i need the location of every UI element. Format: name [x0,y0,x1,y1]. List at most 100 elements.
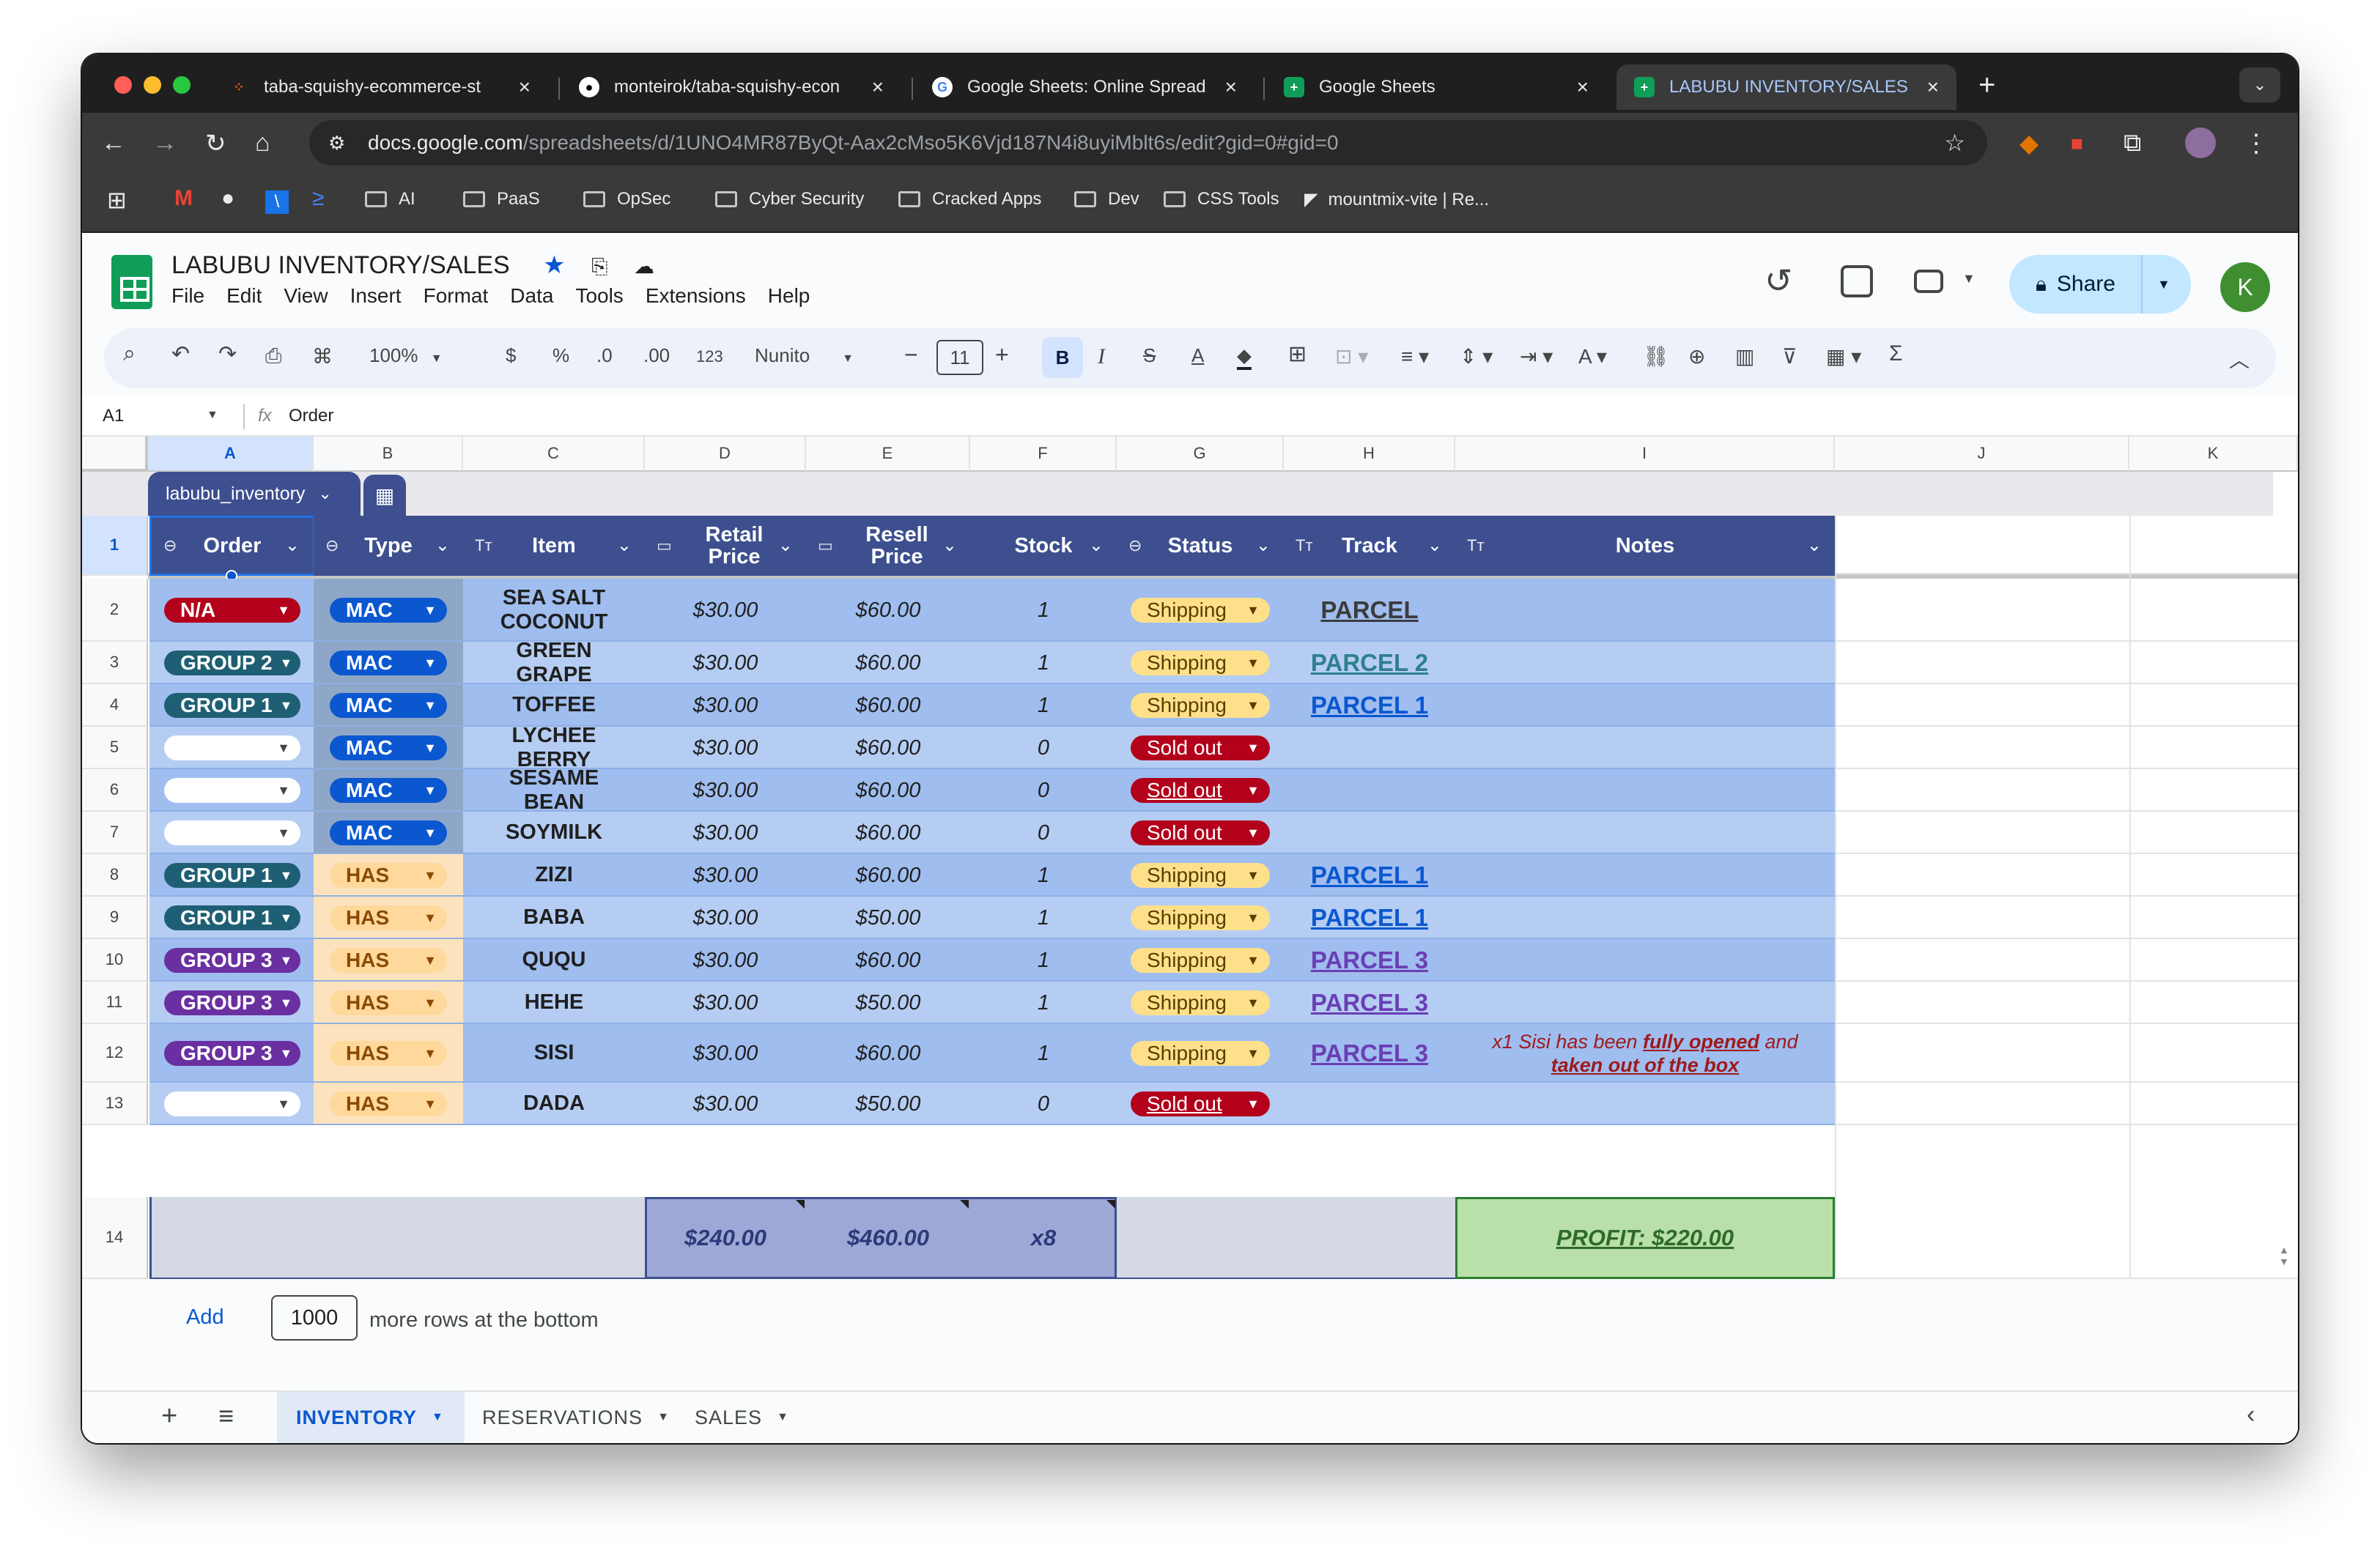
status-chip[interactable]: Sold out ▼ [1131,778,1270,803]
notes-cell[interactable] [1455,642,1835,684]
retail-cell[interactable]: $30.00 [645,897,806,939]
order-cell[interactable]: ▼ [149,727,315,769]
select-all-corner[interactable] [82,437,148,472]
type-cell[interactable]: HAS ▼ [314,939,463,982]
column-header-i[interactable]: I [1455,437,1835,472]
type-cell[interactable]: MAC ▼ [314,684,463,727]
sheet-tab-sales[interactable]: SALES ▼ [677,1392,802,1443]
type-cell[interactable]: MAC ▼ [314,727,463,769]
retail-cell[interactable]: $30.00 [645,1083,806,1125]
all-sheets-icon[interactable]: ≡ [218,1401,234,1431]
track-link[interactable]: PARCEL 1 [1311,904,1428,932]
type-chip[interactable]: MAC ▼ [330,820,447,845]
bookmark-folder[interactable]: PaaS [463,189,540,210]
font-select[interactable]: Nunito ▼ [755,344,854,367]
functions-button[interactable]: Σ [1889,341,1903,366]
stock-cell[interactable]: 1 [970,854,1117,897]
type-cell[interactable]: HAS ▼ [314,982,463,1024]
stock-cell[interactable]: 1 [970,939,1117,982]
status-cell[interactable]: Shipping ▼ [1117,939,1284,982]
paint-format-icon[interactable]: ⌘ [312,344,333,368]
profile-avatar[interactable] [2185,127,2216,158]
stock-cell[interactable]: 0 [970,1083,1117,1125]
address-bar[interactable]: ⚙ docs.google.com/spreadsheets/d/1UNO4MR… [309,120,1987,166]
notes-cell[interactable] [1455,769,1835,812]
type-cell[interactable]: HAS ▼ [314,1024,463,1083]
zoom-select[interactable]: 100% ▼ [369,344,443,367]
column-header-b[interactable]: B [314,437,463,472]
row-header[interactable]: 2 [82,579,148,642]
bookmark-star-icon[interactable]: ☆ [1944,129,1965,157]
track-cell[interactable]: PARCEL 1 [1284,854,1455,897]
stock-cell[interactable]: 1 [970,897,1117,939]
extension-acrobat-icon[interactable]: ■ [2071,132,2083,155]
header-resell-price[interactable]: ▭ Resell Price ⌄ [806,516,970,576]
italic-button[interactable]: I [1098,344,1105,369]
header-track[interactable]: Tт Track ⌄ [1284,516,1455,576]
order-chip[interactable]: ▼ [164,820,300,845]
share-dropdown-icon[interactable]: ▼ [2157,277,2170,292]
header-type[interactable]: ⊖ Type ⌄ [314,516,463,576]
table-name-chip[interactable]: labubu_inventory ⌄ [148,472,361,516]
order-cell[interactable]: GROUP 1 ▼ [149,854,315,897]
track-link[interactable]: PARCEL 3 [1311,946,1428,974]
resell-cell[interactable]: $50.00 [806,1083,970,1125]
home-icon[interactable]: ⌂ [255,129,270,157]
formula-input[interactable]: Order [289,406,333,426]
header-stock[interactable]: Stock ⌄ [970,516,1117,576]
order-cell[interactable]: GROUP 1 ▼ [149,684,315,727]
status-cell[interactable]: Shipping ▼ [1117,1024,1284,1083]
column-header-h[interactable]: H [1284,437,1455,472]
sheet-tab-inventory[interactable]: INVENTORY ▼ [277,1392,465,1443]
order-cell[interactable]: GROUP 3 ▼ [149,939,315,982]
stock-cell[interactable]: 1 [970,1024,1117,1083]
resell-cell[interactable]: $60.00 [806,812,970,854]
menu-help[interactable]: Help [768,284,810,308]
resell-cell[interactable]: $60.00 [806,684,970,727]
merge-cells-icon[interactable]: ⊡ ▾ [1335,344,1368,368]
table-view-icon[interactable]: ▦ [363,475,406,516]
track-cell[interactable]: PARCEL 1 [1284,897,1455,939]
print-icon[interactable]: ⎙ [265,344,281,368]
type-cell[interactable]: HAS ▼ [314,897,463,939]
type-chip[interactable]: MAC ▼ [330,735,447,760]
resell-cell[interactable]: $60.00 [806,854,970,897]
insert-comment-icon[interactable]: ⊕ [1688,344,1705,368]
gmail-icon[interactable]: M [174,186,193,211]
notes-cell[interactable]: x1 Sisi has been fully opened and taken o… [1455,1024,1835,1083]
extensions-puzzle-icon[interactable]: ⧉ [2124,129,2141,157]
add-rows-count-input[interactable]: 1000 [271,1295,358,1341]
undo-icon[interactable]: ↶ [171,341,190,367]
column-header-e[interactable]: E [806,437,970,472]
row-header[interactable]: 10 [82,939,148,982]
order-chip[interactable]: ▼ [164,1091,300,1116]
browser-tab[interactable]: + Google Sheets × [1266,64,1606,110]
browser-tab[interactable]: G Google Sheets: Online Spread × [914,64,1254,110]
order-chip[interactable]: GROUP 3 ▼ [164,1041,300,1066]
close-tab-icon[interactable]: × [872,75,884,99]
name-box[interactable]: A1 [103,406,124,426]
status-cell[interactable]: Shipping ▼ [1117,982,1284,1024]
increase-font-size-icon[interactable]: + [995,341,1009,368]
header-order[interactable]: ⊖ Order ⌄ [149,516,315,576]
sheet-nav-left-icon[interactable]: ‹ [2247,1401,2255,1429]
browser-menu-icon[interactable]: ⋮ [2244,129,2269,158]
menu-view[interactable]: View [284,284,328,308]
status-cell[interactable]: Sold out ▼ [1117,727,1284,769]
resell-cell[interactable]: $60.00 [806,727,970,769]
type-cell[interactable]: HAS ▼ [314,1083,463,1125]
resell-cell[interactable]: $50.00 [806,897,970,939]
stock-cell[interactable]: 1 [970,684,1117,727]
text-color-button[interactable]: A [1191,344,1204,367]
order-cell[interactable]: ▼ [149,1083,315,1125]
order-cell[interactable]: GROUP 3 ▼ [149,982,315,1024]
status-cell[interactable]: Shipping ▼ [1117,897,1284,939]
track-cell[interactable] [1284,727,1455,769]
close-tab-icon[interactable]: × [519,75,531,99]
status-chip[interactable]: Shipping ▼ [1131,651,1270,675]
notes-cell[interactable] [1455,897,1835,939]
track-link[interactable]: PARCEL 2 [1311,649,1428,677]
column-header-c[interactable]: C [463,437,645,472]
retail-cell[interactable]: $30.00 [645,727,806,769]
bookmark-app-icon[interactable]: \ [265,190,289,214]
